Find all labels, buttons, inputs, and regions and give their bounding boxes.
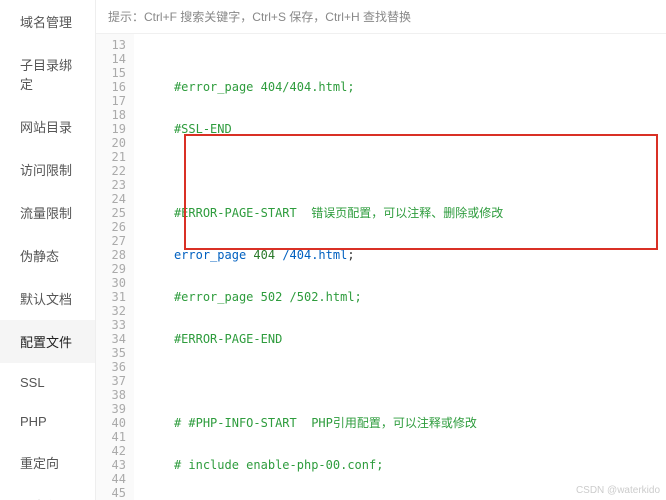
code-area[interactable]: #error_page 404/404.html; #SSL-END #ERRO… xyxy=(134,34,666,500)
line-gutter: 1314151617181920212223242526272829303132… xyxy=(96,34,134,500)
sidebar-item-php[interactable]: PHP xyxy=(0,402,95,441)
sidebar-item-config[interactable]: 配置文件 xyxy=(0,320,95,363)
sidebar-item-subdir[interactable]: 子目录绑定 xyxy=(0,43,95,105)
sidebar-item-proxy[interactable]: 反向代理 xyxy=(0,484,95,500)
sidebar-item-rewrite[interactable]: 伪静态 xyxy=(0,234,95,277)
sidebar-item-traffic[interactable]: 流量限制 xyxy=(0,191,95,234)
sidebar-item-redirect[interactable]: 重定向 xyxy=(0,441,95,484)
sidebar-item-domain[interactable]: 域名管理 xyxy=(0,0,95,43)
sidebar-item-ssl[interactable]: SSL xyxy=(0,363,95,402)
hint-bar: 提示：Ctrl+F 搜索关键字，Ctrl+S 保存，Ctrl+H 查找替换 xyxy=(96,0,666,34)
sidebar: 域名管理 子目录绑定 网站目录 访问限制 流量限制 伪静态 默认文档 配置文件 … xyxy=(0,0,96,500)
highlight-box xyxy=(184,134,658,250)
main-panel: 提示：Ctrl+F 搜索关键字，Ctrl+S 保存，Ctrl+H 查找替换 13… xyxy=(96,0,666,500)
sidebar-item-default[interactable]: 默认文档 xyxy=(0,277,95,320)
watermark: CSDN @waterkido xyxy=(576,485,660,496)
sidebar-item-access[interactable]: 访问限制 xyxy=(0,148,95,191)
sidebar-item-sitedir[interactable]: 网站目录 xyxy=(0,105,95,148)
code-editor[interactable]: 1314151617181920212223242526272829303132… xyxy=(96,34,666,500)
